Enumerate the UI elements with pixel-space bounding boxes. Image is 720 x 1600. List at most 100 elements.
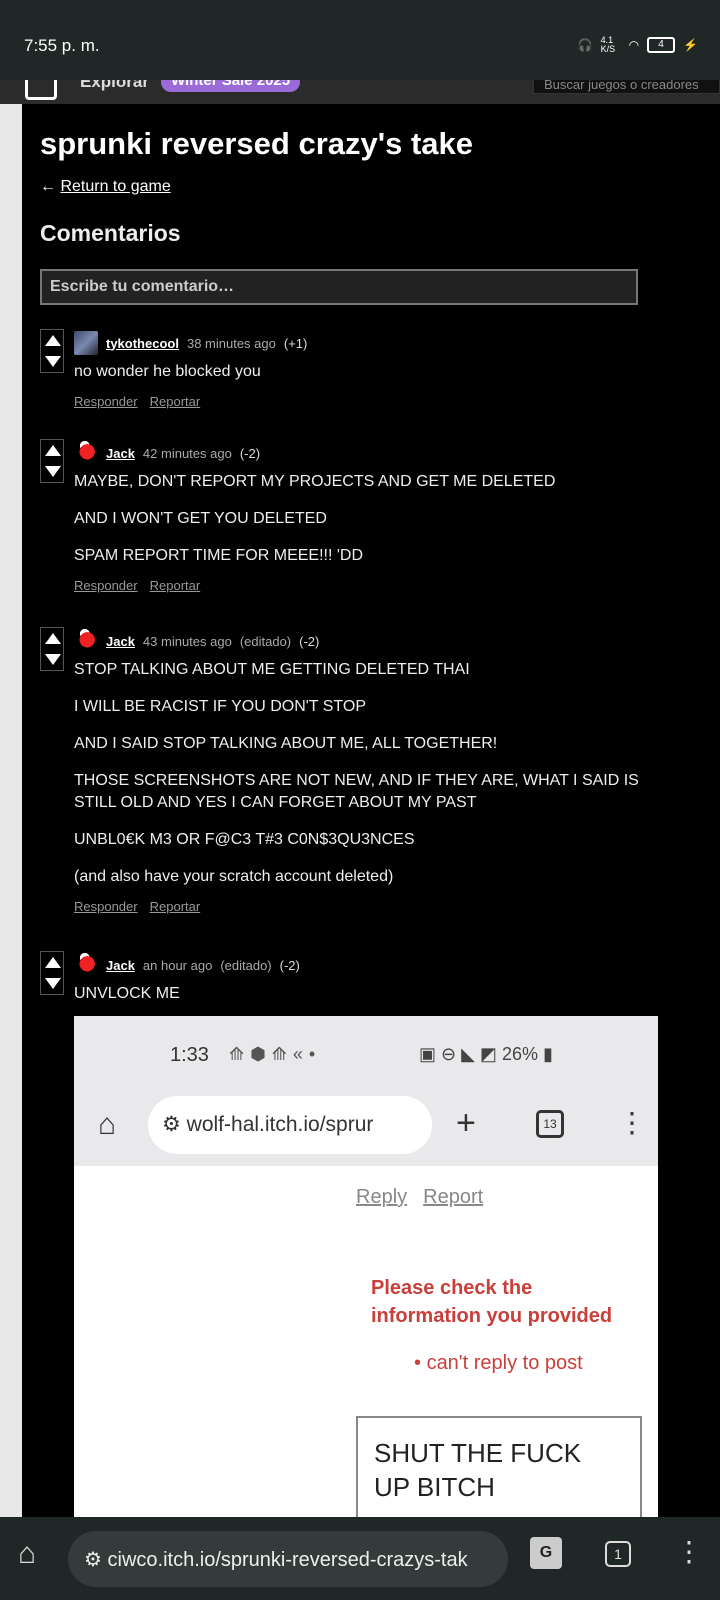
avatar[interactable] [74,331,98,355]
comment-line: (and also have your scratch account dele… [74,868,394,885]
search-input[interactable]: Buscar juegos o creadores [533,80,720,94]
upvote-icon[interactable] [45,445,61,456]
comment-meta: tykothecool 38 minutes ago (+1) [74,331,307,355]
avatar[interactable] [74,953,98,977]
comment-score: (+1) [283,335,308,351]
comment-meta: Jack 43 minutes ago (editado) (-2) [74,629,319,653]
translate-icon[interactable]: G [530,1537,562,1569]
comment-line: THOSE SCREENSHOTS ARE NOT NEW, AND IF TH… [74,772,639,811]
comment-line: AND I WON'T GET YOU DELETED [74,510,327,527]
vote-box [40,951,64,995]
report-link[interactable]: Reportar [150,899,201,914]
comment-line: UNBL0€K M3 OR F@C3 T#3 C0N$3QU3NCES [74,831,415,848]
site-settings-icon[interactable]: ⚙ [84,1549,108,1571]
vote-box [40,329,64,373]
comment-time: 42 minutes ago [142,445,232,461]
screenshot-report: Report [423,1186,484,1208]
downvote-icon[interactable] [45,356,61,367]
screenshot-menu-icon: ⋮ [618,1107,646,1138]
itch-navbar: Explorar Winter Sale 2025 Buscar juegos … [0,80,720,104]
comment-score: (-2) [279,957,300,973]
comment-line: STOP TALKING ABOUT ME GETTING DELETED TH… [74,661,470,678]
comment-author[interactable]: Jack [106,446,135,461]
upvote-icon[interactable] [45,633,61,644]
vote-box [40,439,64,483]
url-text: ciwco.itch.io/sprunki-reversed-crazys-ta… [107,1549,468,1571]
comment-input[interactable]: Escribe tu comentario… [40,269,638,305]
screenshot-links: Reply Report [356,1186,483,1209]
avatar[interactable] [74,629,98,653]
page-content: sprunki reversed crazy's take ← Return t… [22,104,720,1517]
left-margin [0,104,22,1517]
vote-box [40,627,64,671]
comment-actions: Responder Reportar [74,394,200,409]
reply-link[interactable]: Responder [74,899,138,914]
comment-body: UNVLOCK ME [74,983,674,1020]
comment-time: an hour ago [142,957,213,973]
comments-heading: Comentarios [40,220,181,246]
comment-actions: Responder Reportar [74,578,200,593]
screenshot-status-icons: ⟰⬢⟰«• [229,1044,322,1064]
avatar[interactable] [74,441,98,465]
screenshot-browser-chrome: 1:33 ⟰⬢⟰«• ▣ ⊖ ◣ ◩ 26% ▮ ⌂ ⚙ wolf-hal.it… [74,1016,658,1166]
screenshot-error-item: • can't reply to post [414,1352,583,1374]
report-link[interactable]: Reportar [150,394,201,409]
return-link-row: ← Return to game [40,178,171,196]
status-bar: 7:55 p. m. 🎧 4.1 K/S ◠ 4 ⚡ [0,0,720,80]
comment-actions: Responder Reportar [74,899,200,914]
report-link[interactable]: Reportar [150,578,201,593]
arrow-left-icon: ← [40,178,56,195]
nav-explorar[interactable]: Explorar [80,80,149,92]
comment-line: SPAM REPORT TIME FOR MEEE!!! 'DD [74,547,364,564]
itch-logo-icon[interactable] [25,80,57,100]
comment-author[interactable]: Jack [106,958,135,973]
comment-line: MAYBE, DON'T REPORT MY PROJECTS AND GET … [74,473,556,490]
screenshot-reply: Reply [356,1186,408,1208]
reply-link[interactable]: Responder [74,578,138,593]
tabs-button[interactable]: 1 [605,1541,631,1567]
screenshot-textbox: SHUT THE FUCK UP BITCH [356,1416,642,1517]
url-bar[interactable]: ⚙ ciwco.itch.io/sprunki-reversed-crazys-… [68,1531,508,1587]
page-title: sprunki reversed crazy's take [40,126,474,161]
screenshot-error-title: Please check the information you provide… [371,1277,613,1327]
comment-line: AND I SAID STOP TALKING ABOUT ME, ALL TO… [74,735,498,752]
downvote-icon[interactable] [45,978,61,989]
edited-label: (editado) [220,957,272,973]
upvote-icon[interactable] [45,335,61,346]
comment-body: no wonder he blocked you [74,361,674,398]
screenshot-home-icon: ⌂ [98,1108,117,1141]
upvote-icon[interactable] [45,957,61,968]
screenshot-plus-icon: + [456,1104,476,1142]
network-speed: 4.1 K/S [600,35,616,54]
battery-icon: 4 [647,37,676,53]
screenshot-error-text: can't reply to post [426,1352,583,1374]
screenshot-url: wolf-hal.itch.io/sprur [186,1113,374,1136]
edited-label: (editado) [239,633,292,649]
menu-icon[interactable]: ⋮ [675,1535,703,1568]
comment-body: STOP TALKING ABOUT ME GETTING DELETED TH… [74,659,674,903]
clock: 7:55 p. m. [24,36,100,55]
comment-line: UNVLOCK ME [74,985,180,1002]
screenshot-tabs-icon: 13 [536,1110,564,1138]
comment-line: I WILL BE RACIST IF YOU DON'T STOP [74,698,367,715]
screenshot-battery: 26% [501,1044,538,1064]
status-icons: 🎧 4.1 K/S ◠ 4 ⚡ [578,36,698,54]
charging-icon: ⚡ [683,38,698,52]
wifi-icon: ◠ [628,38,640,52]
screenshot-url-bar: ⚙ wolf-hal.itch.io/sprur [148,1096,432,1154]
comment-author[interactable]: Jack [106,634,135,649]
return-to-game-link[interactable]: Return to game [60,178,170,195]
headphones-icon: 🎧 [577,38,593,52]
downvote-icon[interactable] [45,466,61,477]
comment-author[interactable]: tykothecool [106,336,179,351]
comment-time: 38 minutes ago [186,335,276,351]
site-settings-icon: ⚙ [162,1113,187,1136]
comment-meta: Jack an hour ago (editado) (-2) [74,953,300,977]
sale-badge[interactable]: Winter Sale 2025 [161,80,301,92]
reply-link[interactable]: Responder [74,394,138,409]
comment-score: (-2) [299,633,320,649]
comment-line: no wonder he blocked you [74,363,261,380]
home-icon[interactable]: ⌂ [18,1537,36,1571]
browser-bottom-bar: ⌂ ⚙ ciwco.itch.io/sprunki-reversed-crazy… [0,1517,720,1600]
downvote-icon[interactable] [45,654,61,665]
